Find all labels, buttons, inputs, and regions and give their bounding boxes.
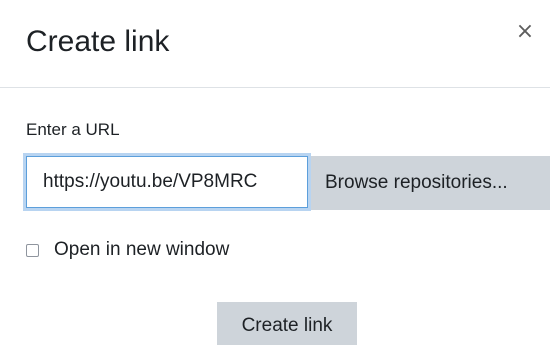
open-in-new-window-label[interactable]: Open in new window — [54, 236, 229, 264]
create-link-dialog: Create link × Enter a URL Browse reposit… — [0, 0, 550, 345]
url-input[interactable] — [26, 156, 308, 208]
dialog-header: Create link × — [0, 0, 550, 88]
url-label: Enter a URL — [26, 120, 120, 139]
dialog-title: Create link — [26, 25, 170, 58]
open-in-new-window-row: Open in new window — [26, 236, 229, 264]
close-icon[interactable]: × — [510, 17, 540, 47]
open-in-new-window-checkbox[interactable] — [26, 243, 39, 257]
browse-repositories-button[interactable]: Browse repositories... — [311, 156, 550, 210]
create-link-button[interactable]: Create link — [217, 302, 357, 345]
